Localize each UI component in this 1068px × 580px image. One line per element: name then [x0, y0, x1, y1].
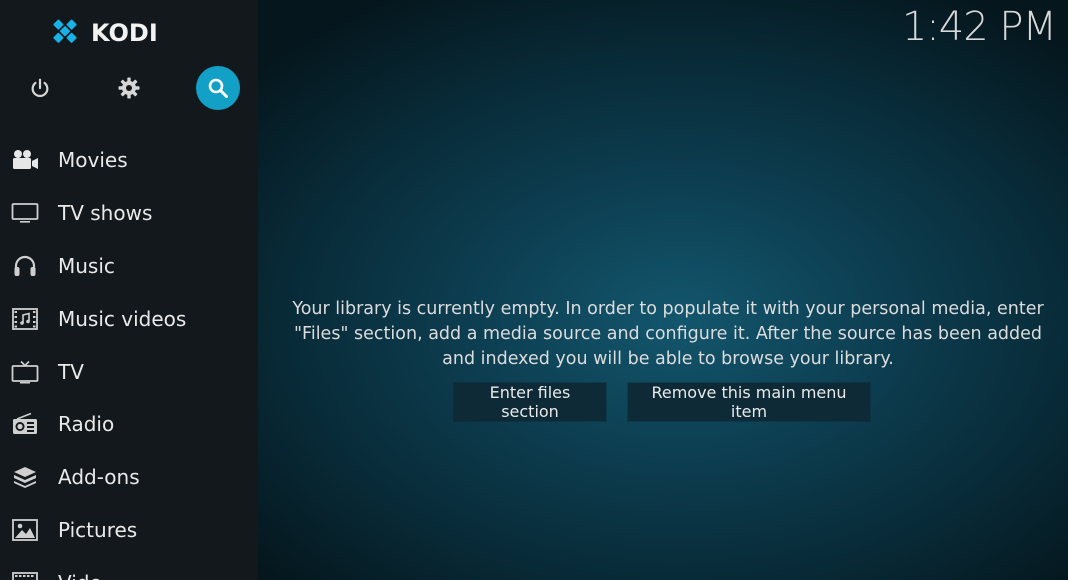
sidebar-item-label: TV: [58, 359, 84, 384]
search-icon: [208, 78, 228, 98]
sidebar-item-tv-shows[interactable]: TV shows: [0, 187, 258, 240]
app-name: KODI: [91, 19, 158, 47]
kodi-logo: KODI: [48, 15, 158, 51]
remove-menu-item-button[interactable]: Remove this main menu item: [628, 383, 870, 421]
video-icon: [10, 570, 40, 580]
addons-box-icon: [10, 464, 40, 490]
main-content-area: [258, 0, 1068, 580]
top-icon-bar: [0, 66, 258, 112]
sidebar-item-label: TV shows: [58, 201, 153, 226]
sidebar-item-label: Vide: [58, 571, 102, 580]
enter-files-section-button[interactable]: Enter files section: [454, 383, 606, 421]
gear-icon: [118, 77, 140, 99]
power-icon: [31, 78, 49, 98]
empty-library-message: Your library is currently empty. In orde…: [292, 299, 1044, 369]
sidebar-item-label: Movies: [58, 148, 128, 173]
sidebar-item-tv[interactable]: TV: [0, 345, 258, 398]
sidebar-item-music[interactable]: Music: [0, 240, 258, 293]
sidebar-item-music-videos[interactable]: Music videos: [0, 292, 258, 345]
sidebar-item-add-ons[interactable]: Add-ons: [0, 451, 258, 504]
search-button[interactable]: [196, 66, 240, 110]
power-button[interactable]: [18, 66, 62, 110]
movie-camera-icon: [10, 147, 40, 173]
sidebar-item-label: Radio: [58, 412, 115, 437]
sidebar-item-radio[interactable]: Radio: [0, 398, 258, 451]
tv-icon: [10, 359, 40, 385]
kodi-logo-icon: [53, 19, 77, 43]
main-menu: Movies TV shows Music Music videos TV Ra…: [0, 134, 258, 580]
sidebar: KODI Movies TV shows Music Music videos …: [0, 0, 258, 580]
radio-icon: [10, 411, 40, 437]
clock: 1:42 PM: [901, 4, 1057, 50]
sidebar-item-movies[interactable]: Movies: [0, 134, 258, 187]
monitor-icon: [10, 200, 40, 226]
settings-button[interactable]: [107, 66, 151, 110]
sidebar-item-label: Pictures: [58, 517, 138, 542]
sidebar-item-label: Music videos: [58, 306, 187, 331]
headphones-icon: [10, 253, 40, 279]
sidebar-item-pictures[interactable]: Pictures: [0, 504, 258, 557]
sidebar-item-videos[interactable]: Vide: [0, 556, 258, 580]
picture-icon: [10, 517, 40, 543]
sidebar-item-label: Music: [58, 253, 115, 278]
sidebar-item-label: Add-ons: [58, 465, 140, 490]
music-video-icon: [10, 306, 40, 332]
